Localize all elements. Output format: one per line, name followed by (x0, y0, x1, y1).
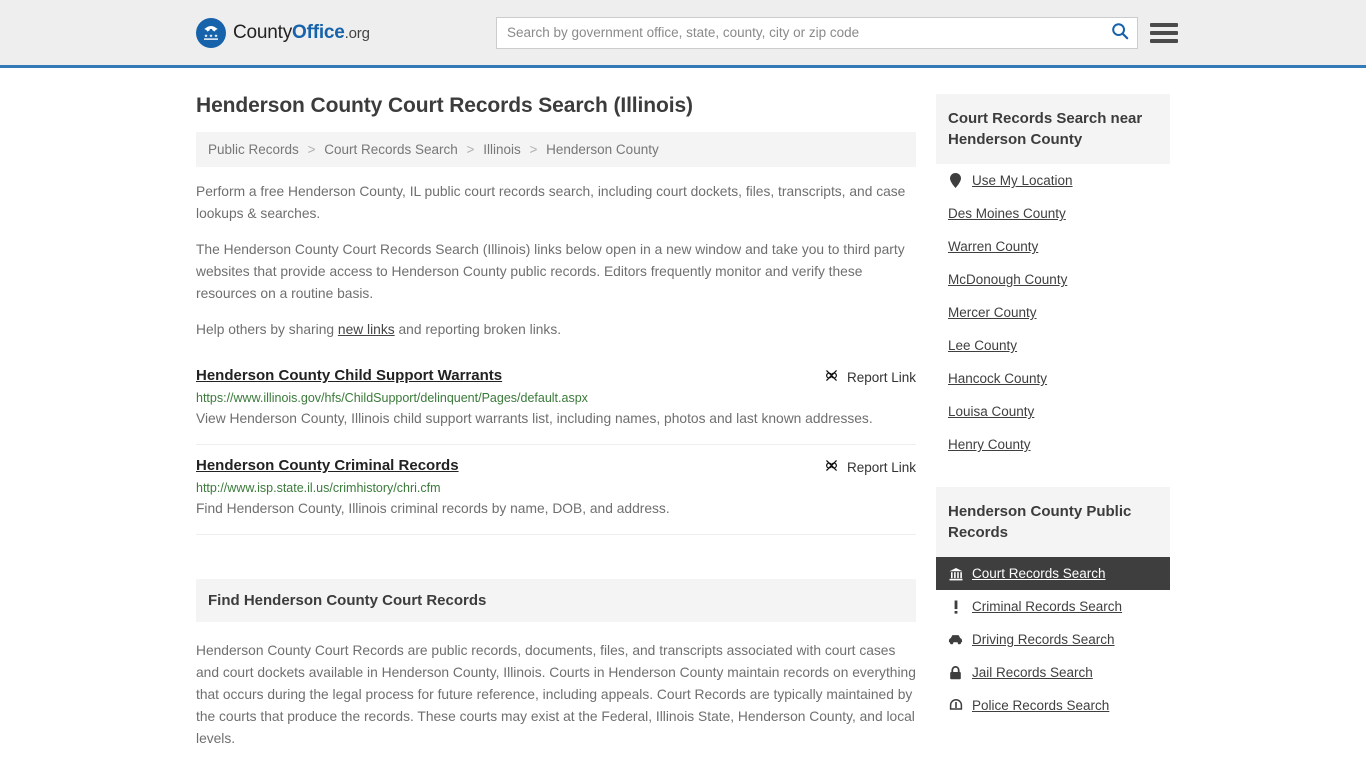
public-records-card: Henderson County Public Records Court Re… (936, 487, 1170, 722)
section-heading: Find Henderson County Court Records (196, 579, 916, 622)
public-records-heading: Henderson County Public Records (936, 487, 1170, 557)
sidebar-item-label[interactable]: Police Records Search (972, 698, 1109, 713)
nearby-search-card: Court Records Search near Henderson Coun… (936, 94, 1170, 461)
result-title-link[interactable]: Henderson County Child Support Warrants (196, 367, 502, 384)
logo-wordmark: CountyOffice.org (233, 22, 370, 44)
sidebar-item-label[interactable]: Hancock County (948, 371, 1047, 386)
nearby-search-heading: Court Records Search near Henderson Coun… (936, 94, 1170, 164)
map-pin-icon (948, 173, 963, 188)
sidebar-item-label[interactable]: Driving Records Search (972, 632, 1115, 647)
intro-paragraph-2: The Henderson County Court Records Searc… (196, 242, 905, 301)
result-item: Henderson County Child Support Warrants … (196, 355, 916, 445)
sidebar-item-mercer-county[interactable]: Mercer County (936, 296, 1170, 329)
sidebar-item-criminal-records-search[interactable]: Criminal Records Search (936, 590, 1170, 623)
sidebar-item-label[interactable]: Warren County (948, 239, 1038, 254)
result-description: Find Henderson County, Illinois criminal… (196, 501, 670, 516)
report-link-label: Report Link (846, 369, 916, 385)
result-description: View Henderson County, Illinois child su… (196, 411, 873, 426)
sidebar-item-hancock-county[interactable]: Hancock County (936, 362, 1170, 395)
result-item: Henderson County Criminal Records Report… (196, 445, 916, 535)
sidebar-item-label[interactable]: Mercer County (948, 305, 1037, 320)
sidebar-item-label[interactable]: Jail Records Search (972, 665, 1093, 680)
car-icon (948, 634, 963, 645)
result-url[interactable]: https://www.illinois.gov/hfs/ChildSuppor… (196, 391, 916, 405)
sidebar-item-jail-records-search[interactable]: Jail Records Search (936, 656, 1170, 689)
lock-icon (948, 665, 963, 680)
site-header: CountyOffice.org (0, 0, 1366, 68)
result-header: Henderson County Child Support Warrants … (196, 367, 916, 386)
report-link-button[interactable]: Report Link (824, 368, 916, 386)
site-logo[interactable]: CountyOffice.org (196, 17, 370, 48)
breadcrumb-separator: > (529, 142, 538, 157)
breadcrumb-item-public-records[interactable]: Public Records (208, 142, 299, 157)
breadcrumb-separator: > (466, 142, 475, 157)
courthouse-icon (948, 567, 963, 581)
logo-text-county: County (233, 21, 293, 43)
sidebar-item-use-my-location[interactable]: Use My Location (936, 164, 1170, 197)
sidebar-item-label[interactable]: McDonough County (948, 272, 1067, 287)
broken-link-icon (824, 458, 839, 476)
sidebar-item-lee-county[interactable]: Lee County (936, 329, 1170, 362)
new-links-link[interactable]: new links (338, 322, 395, 337)
breadcrumb-item-henderson-county[interactable]: Henderson County (546, 142, 659, 157)
sidebar-item-warren-county[interactable]: Warren County (936, 230, 1170, 263)
page-body: Henderson County Court Records Search (I… (0, 68, 1366, 768)
sidebar-item-label[interactable]: Court Records Search (972, 566, 1106, 581)
result-url[interactable]: http://www.isp.state.il.us/crimhistory/c… (196, 481, 916, 495)
hamburger-menu-button[interactable] (1150, 21, 1178, 45)
share-links-paragraph: Help others by sharing new links and rep… (196, 319, 916, 341)
share-prefix: Help others by sharing (196, 322, 338, 337)
breadcrumb: Public Records > Court Records Search > … (196, 132, 916, 167)
exclamation-icon (948, 600, 963, 614)
sidebar-item-court-records-search[interactable]: Court Records Search (936, 557, 1170, 590)
sidebar-item-label[interactable]: Use My Location (972, 173, 1073, 188)
page-title: Henderson County Court Records Search (I… (196, 94, 693, 117)
search-bar (496, 16, 1138, 49)
logo-text-org: .org (344, 24, 370, 42)
eagle-seal-icon (196, 17, 226, 48)
sidebar-item-label[interactable]: Lee County (948, 338, 1017, 353)
breadcrumb-separator: > (307, 142, 316, 157)
sidebar-item-label[interactable]: Henry County (948, 437, 1031, 452)
search-button[interactable] (1103, 18, 1137, 48)
sidebar-item-driving-records-search[interactable]: Driving Records Search (936, 623, 1170, 656)
sidebar-item-louisa-county[interactable]: Louisa County (936, 395, 1170, 428)
sidebar: Court Records Search near Henderson Coun… (936, 68, 1170, 728)
hamburger-menu-icon (1150, 22, 1178, 27)
section-body: Henderson County Court Records are publi… (196, 643, 916, 746)
result-header: Henderson County Criminal Records Report… (196, 457, 916, 476)
sidebar-item-police-records-search[interactable]: Police Records Search (936, 689, 1170, 722)
broken-link-icon (824, 368, 839, 386)
breadcrumb-item-illinois[interactable]: Illinois (483, 142, 521, 157)
report-link-button[interactable]: Report Link (824, 458, 916, 476)
share-suffix: and reporting broken links. (394, 322, 562, 337)
main-content: Henderson County Court Records Search (I… (196, 68, 916, 768)
report-link-label: Report Link (846, 459, 916, 475)
police-badge-icon (948, 698, 963, 713)
sidebar-item-des-moines-county[interactable]: Des Moines County (936, 197, 1170, 230)
search-icon (1111, 22, 1129, 43)
logo-text-office: Office (292, 21, 345, 43)
search-input[interactable] (497, 17, 1103, 48)
nearby-county-list: Use My Location Des Moines County Warren… (936, 164, 1170, 461)
breadcrumb-item-court-records-search[interactable]: Court Records Search (324, 142, 458, 157)
sidebar-item-label[interactable]: Criminal Records Search (972, 599, 1122, 614)
public-records-list: Court Records Search Criminal Records Se… (936, 557, 1170, 722)
intro-paragraph-1: Perform a free Henderson County, IL publ… (196, 184, 906, 221)
sidebar-item-henry-county[interactable]: Henry County (936, 428, 1170, 461)
result-title-link[interactable]: Henderson County Criminal Records (196, 457, 459, 474)
sidebar-item-label[interactable]: Louisa County (948, 404, 1034, 419)
sidebar-item-mcdonough-county[interactable]: McDonough County (936, 263, 1170, 296)
sidebar-item-label[interactable]: Des Moines County (948, 206, 1066, 221)
